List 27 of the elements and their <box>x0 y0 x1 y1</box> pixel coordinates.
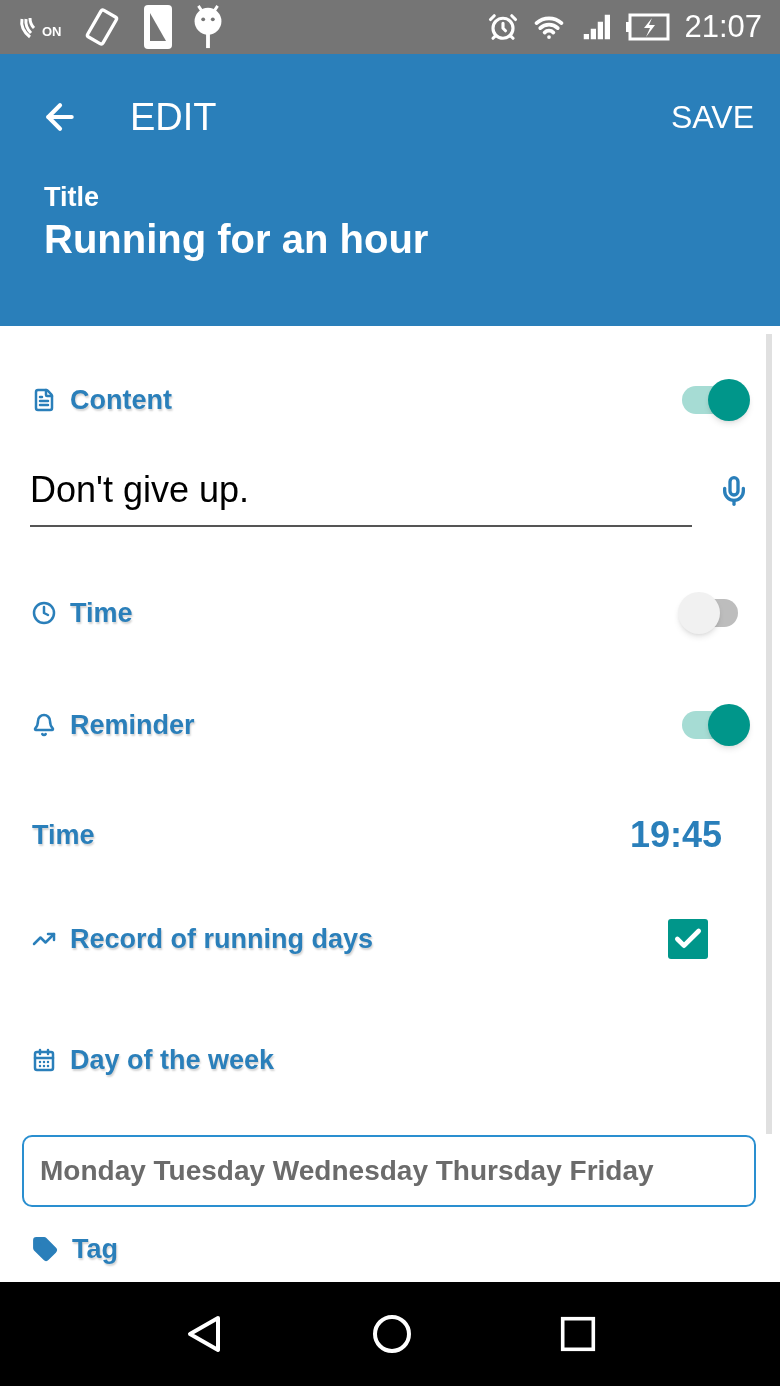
content-label: Content <box>70 383 172 417</box>
recents-icon[interactable] <box>560 1316 596 1352</box>
on-label: ON <box>42 22 62 41</box>
content-field[interactable]: Don't give up. <box>30 455 692 527</box>
checkbox[interactable] <box>668 919 708 959</box>
time-label: Time <box>70 596 133 630</box>
bell-icon <box>32 713 56 737</box>
save-button[interactable]: SAVE <box>671 93 754 141</box>
clock-time: 21:07 <box>684 7 762 46</box>
phone-icon <box>141 3 174 51</box>
record-label: Record of running days <box>70 922 374 956</box>
title-value: Running for an hour <box>44 216 430 263</box>
reminder-time-label: Time <box>32 818 95 852</box>
document-icon <box>32 388 56 412</box>
battery-charging-icon <box>626 13 671 41</box>
clock-icon <box>32 601 56 625</box>
weekday-field[interactable]: Monday Tuesday Wednesday Thursday Friday <box>22 1135 756 1207</box>
calendar-icon <box>32 1048 56 1072</box>
title-label: Title <box>44 181 100 214</box>
reminder-label: Reminder <box>70 708 195 742</box>
tag-label: Tag <box>72 1232 118 1266</box>
alarm-icon <box>488 12 519 42</box>
reminder-time-value[interactable]: 19:45 <box>629 808 722 862</box>
home-icon[interactable] <box>372 1314 412 1354</box>
day-of-week-label: Day of the week <box>70 1043 275 1077</box>
tag-icon <box>32 1236 58 1262</box>
screen-title: EDIT <box>130 94 217 140</box>
